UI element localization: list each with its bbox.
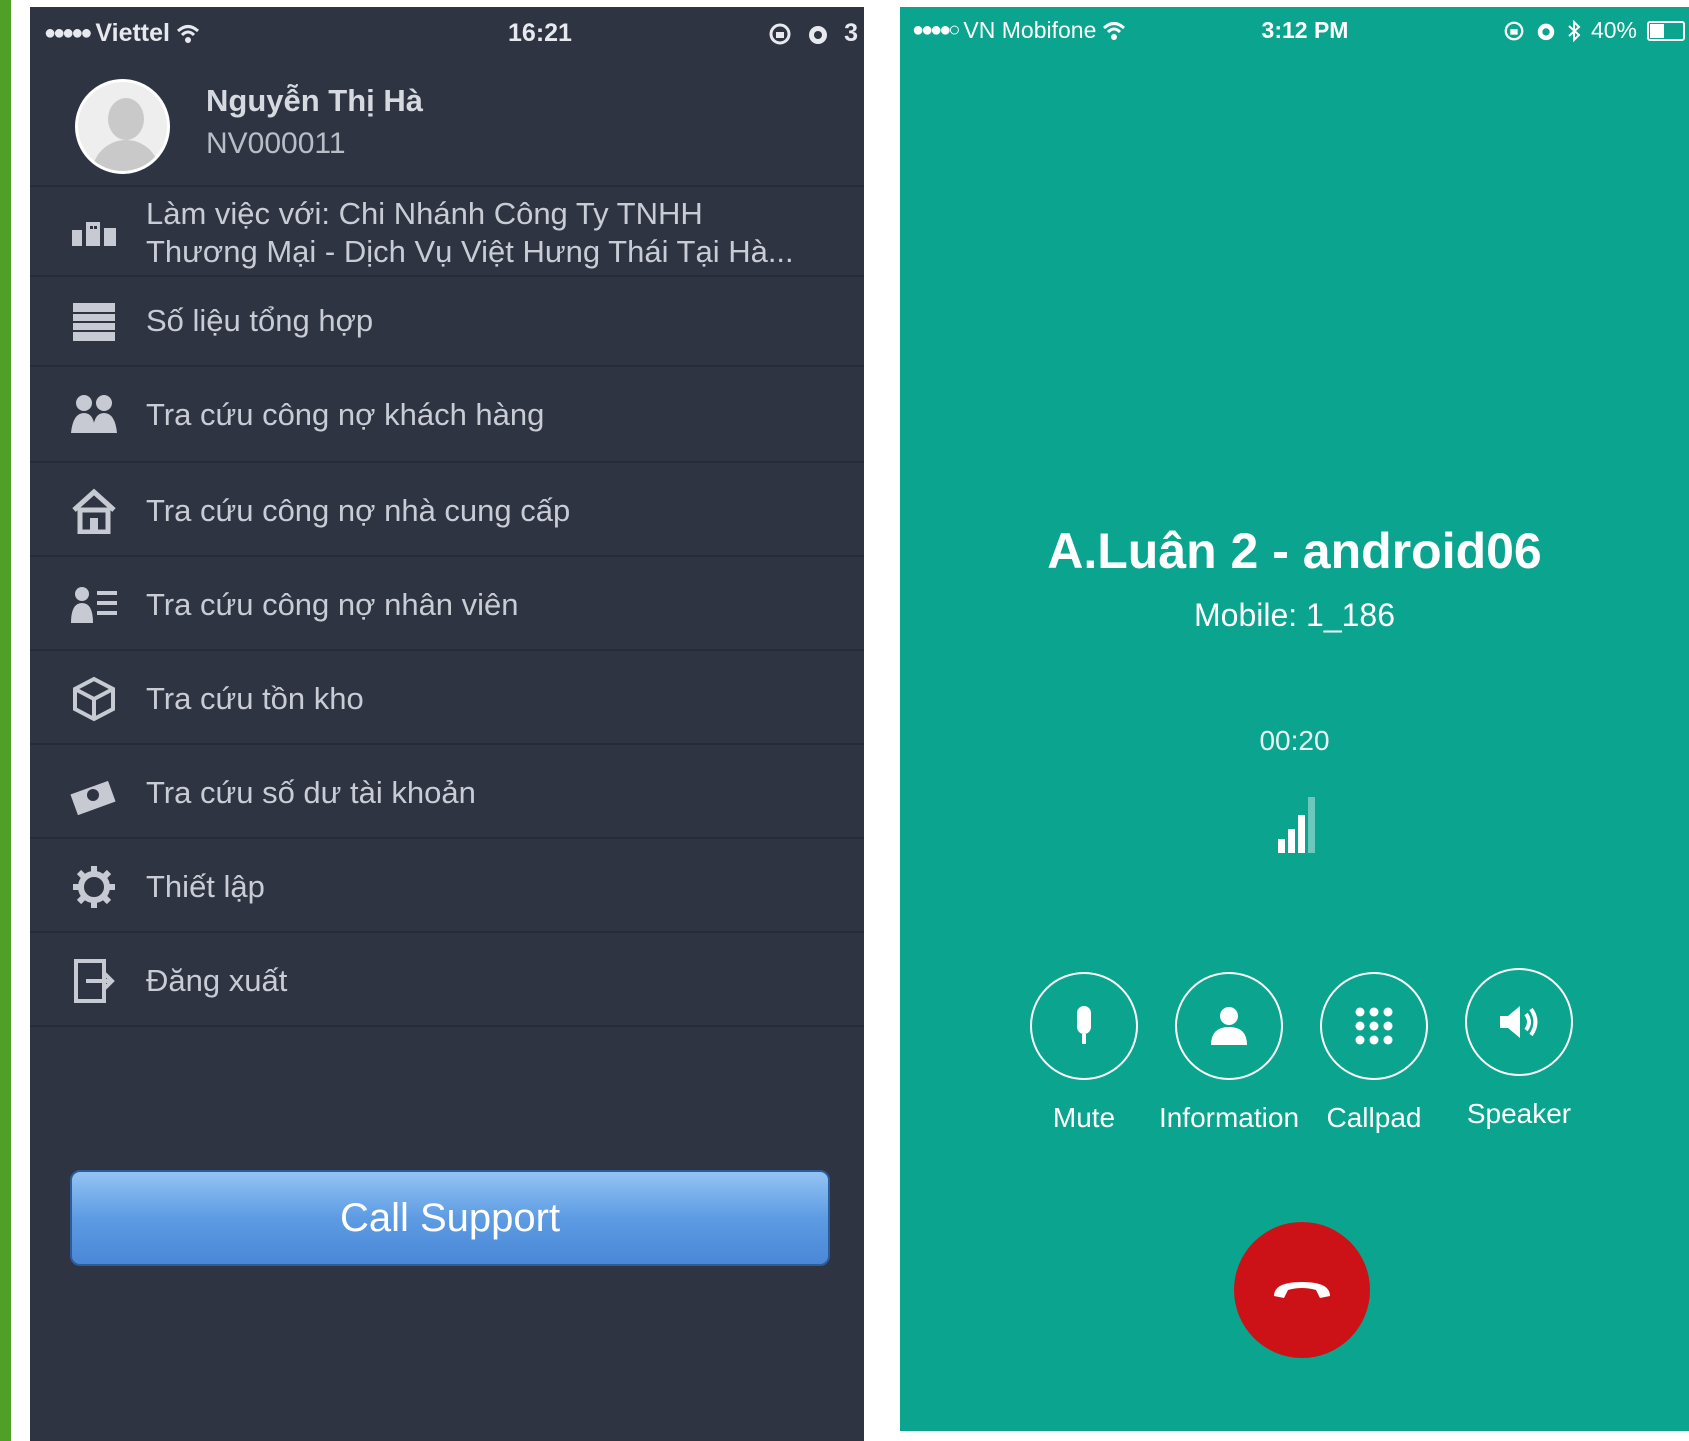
report-icon [66,294,122,350]
user-profile: Nguyễn Thị Hà NV000011 [30,69,864,187]
end-call-icon [1274,1282,1330,1298]
box-icon [66,671,122,727]
signal-dots-icon: ●●●●○ [912,19,960,41]
left-phone-menu-screen: ●●●●● Viettel 16:21 3 Nguyễn Thị Hà NV00… [30,7,864,1441]
menu-item-label: Tra cứu tồn kho [146,681,364,716]
menu-item-label: Thiết lập [146,869,265,904]
menu-item-label: Tra cứu công nợ khách hàng [146,397,545,432]
company-line-1: Làm việc với: Chi Nhánh Công Ty TNHH [146,196,703,231]
hang-up-button[interactable] [1234,1222,1370,1358]
rotation-lock-icon [769,23,791,44]
menu-item-label: Tra cứu công nợ nhân viên [146,587,519,622]
battery-icon [1647,20,1685,41]
customers-icon [66,387,122,443]
alarm-icon [809,25,828,44]
wifi-icon [1103,21,1126,40]
menu-item-label: Tra cứu công nợ nhà cung cấp [146,493,571,528]
call-duration: 00:20 [1259,725,1330,756]
company-line-2: Thương Mại - Dịch Vụ Việt Hưng Thái Tại … [146,234,794,269]
bluetooth-icon [1568,19,1581,42]
company-row[interactable]: Làm việc với: Chi Nhánh Công Ty TNHH Thư… [30,187,864,277]
user-code: NV000011 [206,127,346,160]
wifi-icon [176,24,199,43]
rotation-lock-icon [1504,21,1524,40]
caller-number: Mobile: 1_186 [1193,597,1396,633]
status-bar: ●●●●● Viettel 16:21 3 [30,7,864,57]
mute-button[interactable] [1030,972,1138,1080]
signal-dots-icon: ●●●●● [44,22,92,44]
green-side-bar [0,0,11,1441]
keypad-icon [1355,1007,1393,1045]
information-label: Information [1158,1102,1300,1133]
caller-name: A.Luân 2 - android06 [1047,523,1542,579]
money-icon [66,765,122,821]
menu-item-settings[interactable]: Thiết lập [30,839,864,933]
avatar [75,79,170,174]
logout-icon [66,953,122,1009]
speaker-icon [1500,1006,1538,1038]
menu-item-label: Tra cứu số dư tài khoản [146,775,476,810]
user-name: Nguyễn Thị Hà [206,83,424,118]
menu-item-summary[interactable]: Số liệu tổng hợp [30,277,864,367]
company-icon [66,205,122,261]
menu-item-employee-debt[interactable]: Tra cứu công nợ nhân viên [30,557,864,651]
battery-partial-label: 3 [844,19,858,47]
information-button[interactable] [1175,972,1283,1080]
callpad-button[interactable] [1320,972,1428,1080]
menu-item-inventory[interactable]: Tra cứu tồn kho [30,651,864,745]
callpad-label: Callpad [1326,1102,1422,1133]
carrier-label: Viettel [95,19,170,47]
carrier-label: VN Mobifone [963,17,1097,43]
menu-item-customer-debt[interactable]: Tra cứu công nợ khách hàng [30,367,864,463]
menu-item-label: Số liệu tổng hợp [146,303,374,338]
user-icon [1211,1007,1247,1045]
microphone-icon [1077,1006,1091,1044]
menu-item-account-balance[interactable]: Tra cứu số dư tài khoản [30,745,864,839]
right-phone-call-screen: ●●●●○ VN Mobifone 3:12 PM 40% A.Luân 2 -… [900,7,1689,1431]
speaker-label: Speaker [1466,1098,1572,1129]
call-support-button[interactable]: Call Support [70,1170,830,1266]
battery-percent: 40% [1590,17,1637,43]
status-time: 16:21 [508,19,572,47]
status-bar: ●●●●○ VN Mobifone 3:12 PM 40% [900,7,1689,53]
employee-list-icon [66,577,122,633]
home-icon [66,483,122,539]
menu-item-logout[interactable]: Đăng xuất [30,933,864,1027]
mute-label: Mute [1052,1102,1116,1133]
menu-item-label: Đăng xuất [146,963,288,998]
call-quality-icon [1276,797,1316,853]
menu-item-supplier-debt[interactable]: Tra cứu công nợ nhà cung cấp [30,463,864,557]
speaker-button[interactable] [1465,968,1573,1076]
gear-icon [66,859,122,915]
alarm-icon [1537,23,1555,40]
status-time: 3:12 PM [1261,17,1349,43]
